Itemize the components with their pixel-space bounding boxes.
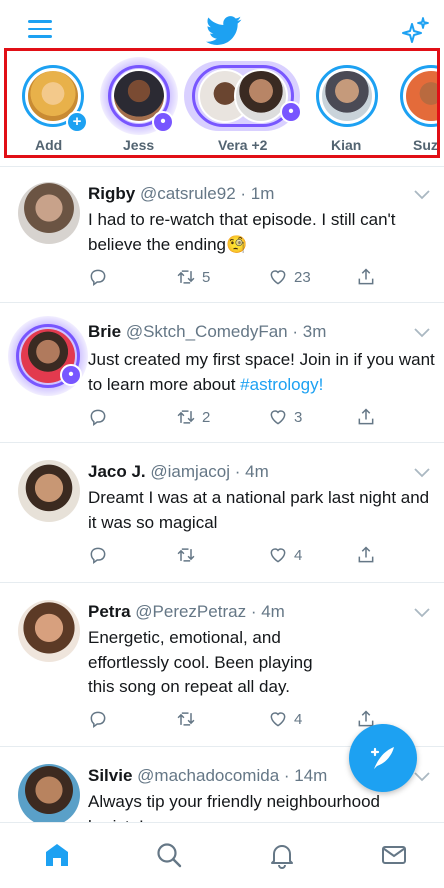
hashtag-link[interactable]: #astrology! — [240, 375, 323, 394]
like-count: 4 — [294, 710, 303, 728]
like-button[interactable]: 23 — [268, 266, 311, 288]
like-button[interactable]: 3 — [268, 406, 302, 428]
tweet-text: Just created my first space! Join in if … — [88, 350, 435, 394]
retweet-icon — [177, 548, 195, 562]
tweet-time: · 14m — [283, 766, 328, 785]
heart-icon — [270, 548, 286, 563]
like-count: 23 — [294, 268, 311, 286]
messages-icon[interactable] — [380, 841, 408, 869]
retweet-icon — [177, 270, 195, 284]
retweet-count: 5 — [202, 268, 211, 286]
author-name[interactable]: Petra — [88, 602, 131, 621]
top-bar — [0, 0, 444, 46]
avatar — [320, 69, 374, 123]
retweet-button[interactable]: 5 — [176, 266, 210, 288]
tweet-time: · 3m — [292, 322, 327, 341]
share-button[interactable] — [356, 406, 376, 428]
fleet-label: Vera +2 — [218, 137, 268, 153]
like-button[interactable]: 4 — [268, 544, 302, 566]
reply-button[interactable] — [88, 708, 108, 730]
sparkle-icon[interactable] — [400, 16, 430, 46]
chevron-down-icon[interactable] — [414, 772, 430, 782]
space-icon: • — [152, 111, 174, 133]
retweet-count: 2 — [202, 408, 211, 426]
tweet[interactable]: Jaco J. @iamjacoj · 4m Dreamt I was at a… — [0, 442, 444, 582]
chevron-down-icon[interactable] — [414, 608, 430, 618]
reply-button[interactable] — [88, 266, 108, 288]
reply-button[interactable] — [88, 544, 108, 566]
fleets-bar: + Add • Jess • Vera +2 Kian Suzi — [4, 48, 440, 158]
tweet-text: Energetic, emotional, and effortlessly c… — [88, 628, 313, 696]
tweet-text: I had to re-watch that episode. I still … — [88, 210, 396, 254]
reply-icon — [90, 547, 106, 564]
share-button[interactable] — [356, 266, 376, 288]
heart-icon — [270, 410, 286, 425]
tweet-actions: 5 23 — [88, 266, 388, 288]
tweet[interactable]: Rigby @catsrule92 · 1m I had to re-watch… — [0, 166, 444, 302]
tweet-text: Dreamt I was at a national park last nig… — [88, 488, 430, 532]
share-icon — [358, 268, 374, 285]
retweet-icon — [177, 712, 195, 726]
share-icon — [358, 408, 374, 425]
reply-icon — [90, 711, 106, 728]
bottom-nav — [0, 822, 444, 888]
notifications-icon[interactable] — [268, 841, 296, 869]
home-icon[interactable] — [43, 841, 71, 869]
author-handle: @machadocomida — [137, 766, 280, 785]
retweet-icon — [177, 410, 195, 424]
tweet[interactable]: Petra @PerezPetraz · 4m Energetic, emoti… — [0, 582, 444, 746]
retweet-button[interactable]: 2 — [176, 406, 210, 428]
search-icon[interactable] — [155, 841, 183, 869]
reply-icon — [90, 269, 106, 286]
space-icon: • — [60, 364, 82, 386]
compose-tweet-icon — [370, 747, 394, 769]
heart-icon — [270, 270, 286, 285]
tweet-time: · 4m — [250, 602, 285, 621]
space-icon: • — [280, 101, 302, 123]
chevron-down-icon[interactable] — [414, 468, 430, 478]
fleet-label: Jess — [123, 137, 155, 153]
author-name[interactable]: Jaco J. — [88, 462, 146, 481]
author-handle: @catsrule92 — [139, 184, 236, 203]
compose-tweet-button[interactable] — [349, 724, 417, 792]
fleet-label: Suzi — [413, 137, 440, 153]
retweet-button[interactable] — [176, 708, 196, 730]
avatar[interactable] — [18, 764, 80, 822]
chevron-down-icon[interactable] — [414, 190, 430, 200]
author-handle: @PerezPetraz — [135, 602, 247, 621]
author-name[interactable]: Brie — [88, 322, 121, 341]
fleet-label: Add — [35, 137, 63, 153]
avatar[interactable] — [18, 460, 80, 522]
tweet-text: Always tip your friendly neighbourhood b… — [88, 792, 381, 822]
author-handle: @iamjacoj — [150, 462, 231, 481]
tweet[interactable]: • Brie @Sktch_ComedyFan · 3m Just create… — [0, 302, 444, 442]
menu-icon[interactable] — [28, 20, 52, 40]
author-handle: @Sktch_ComedyFan — [125, 322, 288, 341]
tweet-time: · 4m — [234, 462, 269, 481]
fleet-label: Kian — [331, 137, 362, 153]
tweet-time: · 1m — [240, 184, 275, 203]
heart-icon — [270, 712, 286, 727]
avatar[interactable] — [18, 182, 80, 244]
author-name[interactable]: Rigby — [88, 184, 135, 203]
like-count: 4 — [294, 546, 303, 564]
tweet-actions: 4 — [88, 708, 388, 730]
avatar[interactable] — [18, 600, 80, 662]
retweet-button[interactable] — [176, 544, 196, 566]
reply-button[interactable] — [88, 406, 108, 428]
reply-icon — [90, 409, 106, 426]
tweet-actions: 4 — [88, 544, 388, 566]
twitter-bird-icon — [206, 16, 242, 45]
tweet-actions: 2 3 — [88, 406, 388, 428]
share-icon — [358, 546, 374, 563]
like-count: 3 — [294, 408, 303, 426]
add-fleet-icon: + — [66, 111, 88, 133]
chevron-down-icon[interactable] — [414, 328, 430, 338]
author-name[interactable]: Silvie — [88, 766, 132, 785]
share-button[interactable] — [356, 544, 376, 566]
like-button[interactable]: 4 — [268, 708, 302, 730]
